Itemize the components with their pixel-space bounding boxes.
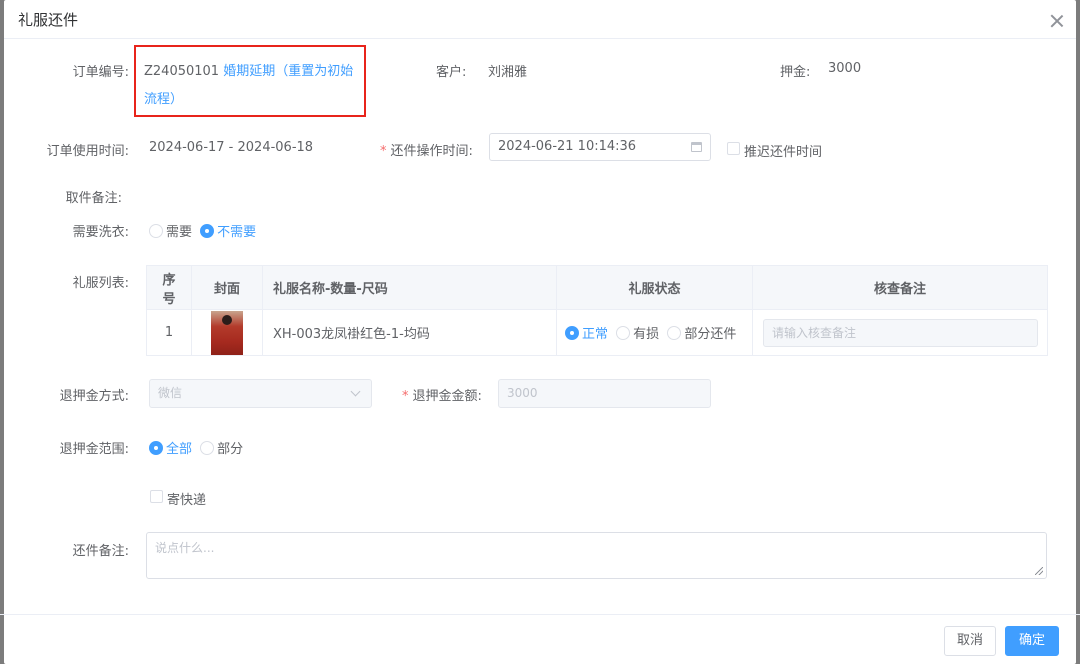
- refund-method-value: 微信: [158, 386, 183, 400]
- refund-scope-label: 退押金范围:: [59, 442, 129, 457]
- return-note-label: 还件备注:: [72, 544, 129, 559]
- status-cell: 正常 有损 部分还件: [556, 309, 753, 356]
- status-option-partial-label: 部分还件: [684, 327, 737, 342]
- refund-amount-label-text: 退押金金额:: [412, 389, 482, 404]
- return-note-textarea[interactable]: 说点什么...: [146, 532, 1047, 579]
- deposit-label: 押金:: [780, 65, 811, 80]
- pickup-note-label: 取件备注:: [65, 191, 122, 206]
- radio-icon[interactable]: [149, 224, 163, 238]
- resize-handle-icon[interactable]: [1035, 567, 1043, 575]
- cancel-button[interactable]: 取消: [944, 626, 996, 656]
- order-number-value: Z24050101 婚期延期（重置为初始流程）: [144, 58, 358, 114]
- radio-icon[interactable]: [200, 441, 215, 455]
- radio-icon[interactable]: [667, 326, 682, 340]
- status-option-partial[interactable]: 部分还件: [667, 323, 736, 342]
- refund-amount-input[interactable]: 3000: [498, 379, 711, 408]
- express-checkbox[interactable]: [150, 490, 163, 503]
- dialog-header: 礼服还件: [4, 0, 1076, 39]
- usage-time-label: 订单使用时间:: [46, 144, 129, 159]
- deposit-value: 3000: [828, 61, 862, 76]
- column-header: 礼服名称-数量-尺码: [262, 265, 557, 310]
- calendar-icon[interactable]: [691, 142, 702, 152]
- washing-label: 需要洗衣:: [72, 225, 129, 240]
- close-icon[interactable]: [1050, 14, 1064, 28]
- scope-option-partial-label: 部分: [217, 442, 244, 457]
- refund-scope-radio-group: 全部 部分: [149, 438, 247, 457]
- postpone-label[interactable]: 推迟还件时间: [744, 141, 822, 160]
- refund-amount-label: * 退押金金额:: [402, 385, 482, 404]
- refund-amount-value: 3000: [507, 386, 538, 400]
- status-option-normal[interactable]: 正常: [565, 323, 608, 342]
- return-time-value: 2024-06-21 10:14:36: [498, 139, 637, 154]
- required-mark: *: [402, 389, 409, 404]
- column-header: 封面: [191, 265, 263, 310]
- return-time-label: * 还件操作时间:: [380, 140, 473, 159]
- usage-time-range: 2024-06-17 - 2024-06-18: [149, 140, 314, 155]
- confirm-button[interactable]: 确定: [1005, 626, 1059, 656]
- washing-option-yes[interactable]: 需要: [149, 221, 192, 240]
- express-label[interactable]: 寄快递: [167, 489, 206, 508]
- check-note-input[interactable]: 请输入核查备注: [763, 318, 1038, 347]
- scope-option-partial[interactable]: 部分: [200, 438, 243, 457]
- status-option-damaged-label: 有损: [633, 327, 660, 342]
- order-number-label: 订单编号:: [72, 65, 129, 80]
- cover-cell: [191, 309, 263, 356]
- table-row: 1 XH-003龙凤褂红色-1-均码 正常 有损 部分还件 请输入核查备注: [146, 309, 1048, 356]
- dress-list-label: 礼服列表:: [72, 276, 129, 291]
- check-note-placeholder: 请输入核查备注: [772, 325, 857, 340]
- scope-option-all-label: 全部: [166, 442, 193, 457]
- customer-name: 刘湘雅: [488, 65, 528, 80]
- column-header: 礼服状态: [556, 265, 753, 310]
- dress-name: XH-003龙凤褂红色-1-均码: [262, 309, 557, 356]
- washing-option-yes-label: 需要: [166, 225, 193, 240]
- check-note-cell: 请输入核查备注: [752, 309, 1048, 356]
- radio-checked-icon[interactable]: [565, 326, 579, 340]
- radio-checked-icon[interactable]: [149, 441, 163, 455]
- required-mark: *: [380, 144, 387, 159]
- table-header-row: 序号 封面 礼服名称-数量-尺码 礼服状态 核查备注: [146, 265, 1048, 310]
- radio-icon[interactable]: [616, 326, 631, 340]
- radio-checked-icon[interactable]: [200, 224, 215, 238]
- return-time-label-text: 还件操作时间:: [390, 144, 473, 159]
- washing-option-no[interactable]: 不需要: [200, 221, 256, 240]
- row-index: 1: [146, 309, 192, 356]
- footer-divider: [0, 614, 1080, 615]
- status-option-damaged[interactable]: 有损: [616, 323, 659, 342]
- return-time-input[interactable]: 2024-06-21 10:14:36: [489, 133, 711, 161]
- dress-table: 序号 封面 礼服名称-数量-尺码 礼服状态 核查备注 1 XH-003龙凤褂红色…: [146, 265, 1048, 356]
- washing-radio-group: 需要 不需要: [149, 221, 260, 240]
- refund-method-select[interactable]: 微信: [149, 379, 372, 408]
- dialog-title: 礼服还件: [18, 11, 79, 29]
- scope-option-all[interactable]: 全部: [149, 438, 192, 457]
- return-note-placeholder: 说点什么...: [155, 541, 215, 555]
- order-number: Z24050101: [144, 64, 220, 79]
- column-header: 核查备注: [752, 265, 1048, 310]
- postpone-checkbox[interactable]: [727, 142, 740, 155]
- chevron-down-icon[interactable]: [350, 386, 361, 397]
- status-option-normal-label: 正常: [582, 327, 609, 342]
- dress-cover-image[interactable]: [211, 310, 243, 355]
- customer-label: 客户:: [436, 65, 467, 80]
- washing-option-no-label: 不需要: [217, 225, 257, 240]
- refund-method-label: 退押金方式:: [59, 389, 129, 404]
- column-header: 序号: [146, 265, 192, 310]
